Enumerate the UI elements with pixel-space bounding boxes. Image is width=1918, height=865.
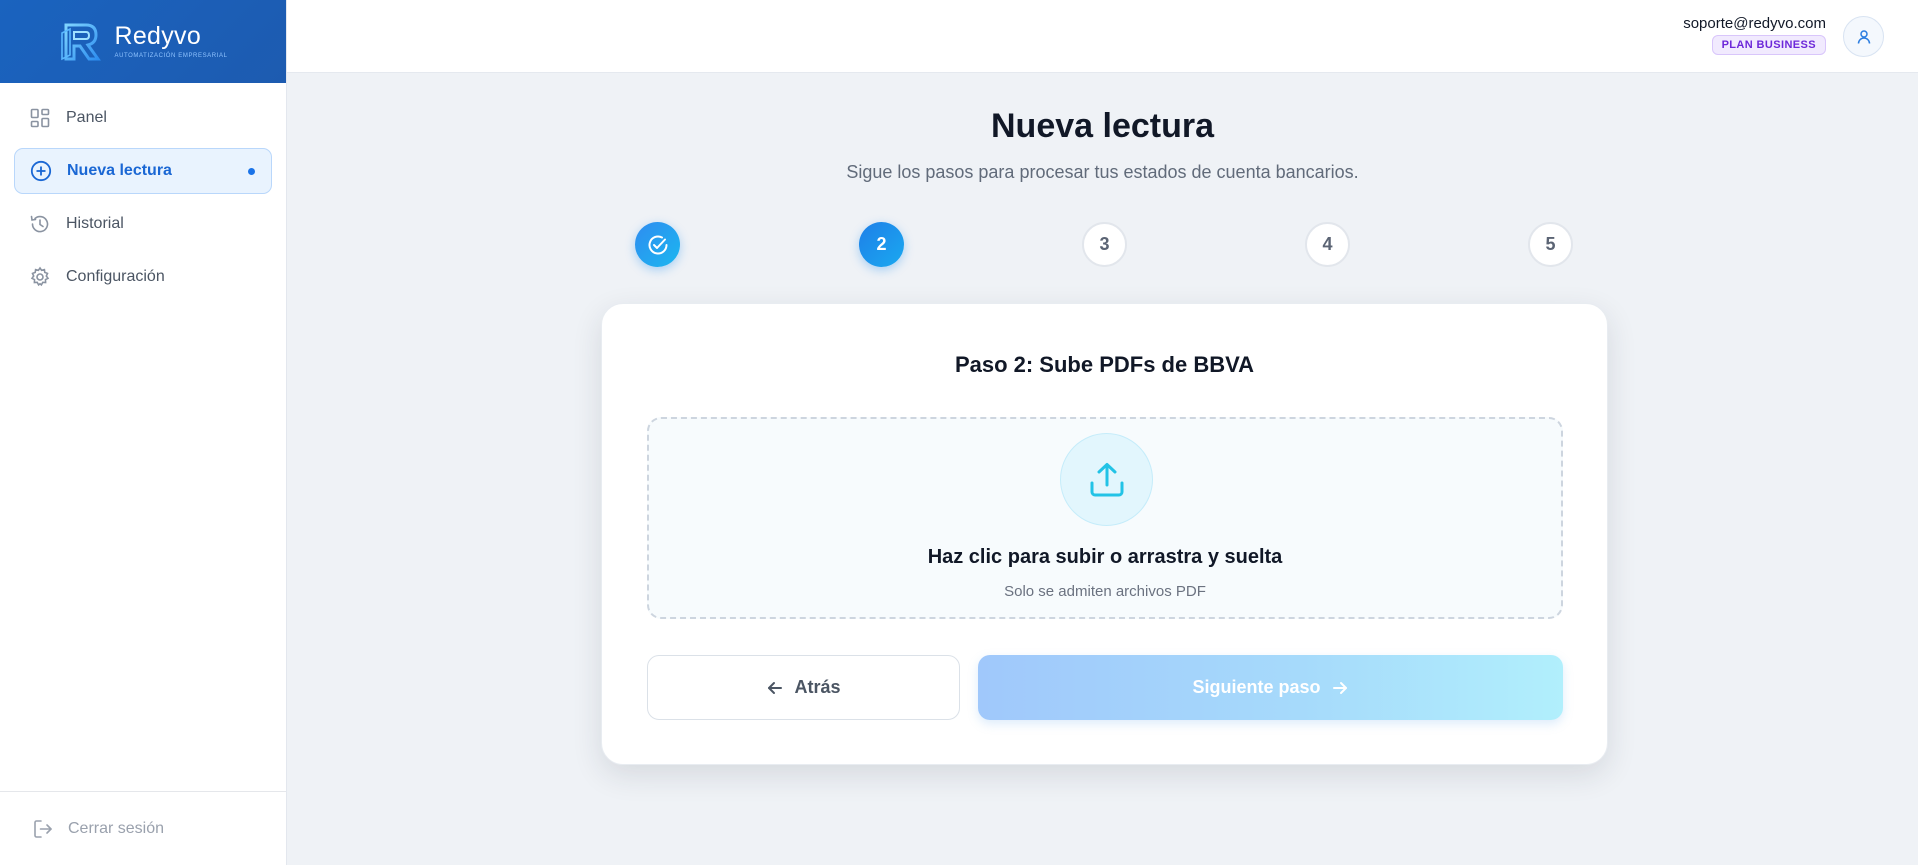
logout-button[interactable]: Cerrar sesión (0, 791, 286, 865)
plan-badge: PLAN BUSINESS (1711, 35, 1826, 55)
gear-icon (29, 266, 51, 288)
main-content: Nueva lectura Sigue los pasos para proce… (287, 73, 1918, 865)
card-title: Paso 2: Sube PDFs de BBVA (954, 352, 1255, 377)
logout-icon (32, 818, 54, 840)
sidebar-nav: Panel Nueva lectura Historial Configurac… (0, 83, 286, 319)
active-indicator-dot (248, 167, 255, 175)
progress-stepper: 2 3 4 5 (287, 222, 1918, 268)
user-avatar-button[interactable] (1843, 16, 1884, 57)
back-button[interactable]: Atrás (647, 655, 960, 720)
arrow-right-icon (1332, 681, 1347, 694)
brand-name: Redyvo (114, 22, 202, 50)
brand-header[interactable]: Redyvo AUTOMATIZACIÓN EMPRESARIAL (0, 0, 286, 83)
pdf-dropzone[interactable]: Haz clic para subir o arrastra y suelta … (647, 417, 1563, 619)
step-5[interactable]: 5 (1528, 222, 1573, 267)
arrow-left-icon (768, 681, 783, 694)
history-icon (29, 213, 51, 235)
sidebar: Redyvo AUTOMATIZACIÓN EMPRESARIAL Panel (0, 0, 287, 865)
plus-circle-icon (30, 160, 52, 182)
user-info: soporte@redyvo.com PLAN BUSINESS (1683, 15, 1826, 55)
sidebar-item-panel[interactable]: Panel (14, 95, 272, 141)
page-subtitle: Sigue los pasos para procesar tus estado… (846, 162, 1359, 182)
step-3[interactable]: 3 (1082, 222, 1127, 267)
dropzone-title: Haz clic para subir o arrastra y suelta (927, 546, 1283, 568)
step-1-completed[interactable] (635, 222, 680, 267)
sidebar-item-label: Configuración (66, 268, 165, 285)
sidebar-item-historial[interactable]: Historial (14, 201, 272, 247)
sidebar-item-label: Panel (66, 109, 107, 126)
upload-icon (1090, 462, 1123, 496)
dropzone-hint: Solo se admiten archivos PDF (1004, 583, 1206, 600)
step-2-current[interactable]: 2 (859, 222, 904, 267)
grid-icon (29, 107, 51, 129)
top-header: soporte@redyvo.com PLAN BUSINESS (287, 0, 1918, 73)
page-title: Nueva lectura (991, 107, 1214, 145)
next-step-button[interactable]: Siguiente paso (978, 655, 1563, 720)
upload-icon-circle (1060, 433, 1153, 526)
redyvo-logo-icon (58, 19, 104, 65)
back-button-label: Atrás (794, 677, 841, 697)
user-email: soporte@redyvo.com (1683, 15, 1826, 32)
sidebar-item-label: Nueva lectura (67, 162, 172, 179)
next-button-label: Siguiente paso (1192, 677, 1321, 697)
upload-card: Paso 2: Sube PDFs de BBVA Haz clic para … (601, 303, 1608, 765)
step-4[interactable]: 4 (1305, 222, 1350, 267)
brand-tagline: AUTOMATIZACIÓN EMPRESARIAL (114, 53, 228, 59)
sidebar-item-configuracion[interactable]: Configuración (14, 254, 272, 300)
sidebar-item-nueva-lectura[interactable]: Nueva lectura (14, 148, 272, 194)
check-circle-icon (648, 235, 667, 254)
logout-label: Cerrar sesión (68, 819, 165, 837)
sidebar-item-label: Historial (66, 215, 124, 232)
user-icon (1857, 29, 1870, 44)
